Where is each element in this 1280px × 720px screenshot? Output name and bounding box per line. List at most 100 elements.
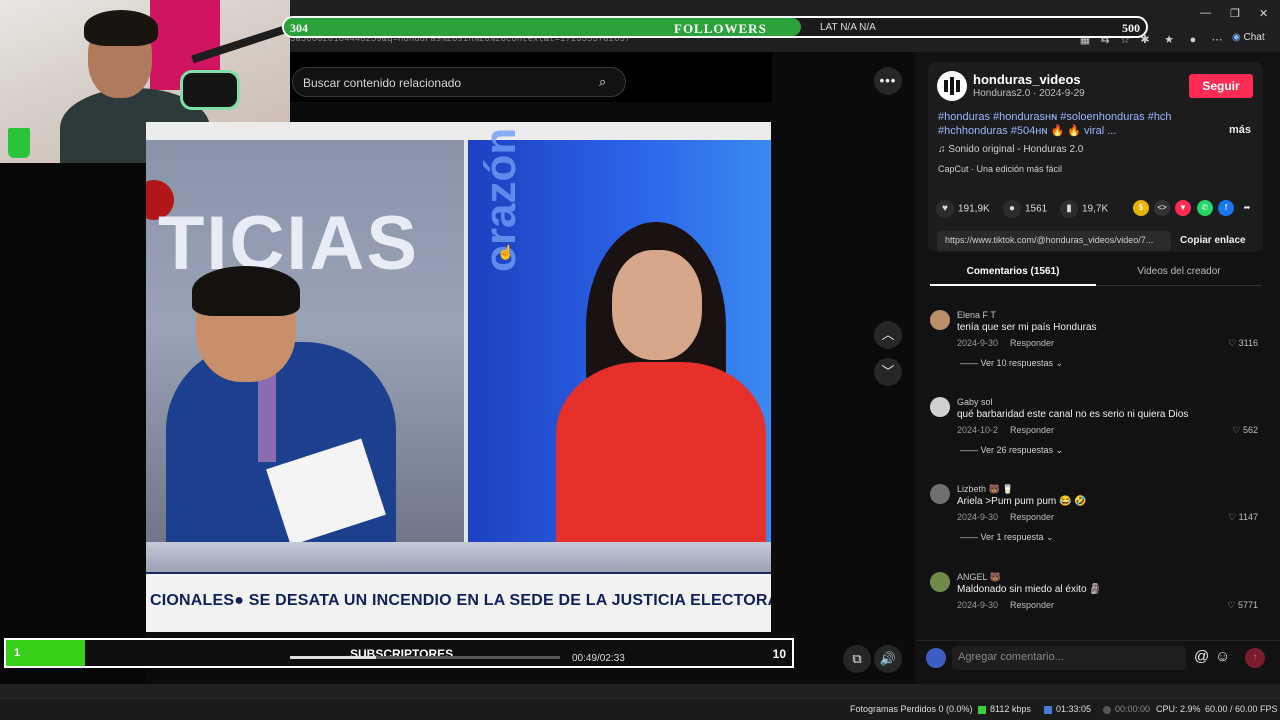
emoji-icon[interactable]: ☺ — [1215, 648, 1230, 665]
anchor-dress — [556, 362, 766, 542]
close-icon[interactable]: ✕ — [1259, 7, 1268, 20]
comment-item: Gaby sol qué barbaridad este canal no es… — [930, 397, 1270, 467]
comment-count: 1561 — [1025, 203, 1048, 215]
reply-button[interactable]: Responder — [1010, 425, 1054, 435]
copilot-chat-button[interactable]: ◉ Chat — [1232, 32, 1265, 43]
left-background — [0, 163, 146, 685]
followers-start-value: 304 — [290, 21, 308, 35]
commenter-avatar[interactable] — [930, 572, 950, 592]
video-link-field[interactable]: https://www.tiktok.com/@honduras_videos/… — [937, 231, 1171, 251]
bitrate-value: 8112 kbps — [990, 704, 1031, 714]
whatsapp-icon[interactable]: ✆ — [1197, 200, 1213, 216]
follow-button[interactable]: Seguir — [1189, 74, 1253, 98]
record-time: 00:00:00 — [1103, 704, 1150, 714]
comment-like-button[interactable]: ♡ 3116 — [1228, 338, 1258, 349]
reply-button[interactable]: Responder — [1010, 512, 1054, 522]
minimize-icon[interactable]: — — [1200, 7, 1211, 19]
more-icon: ••• — [879, 73, 897, 88]
commenter-avatar[interactable] — [930, 484, 950, 504]
commenter-name[interactable]: Elena F T — [957, 310, 996, 320]
next-video-button[interactable]: ﹀ — [874, 358, 902, 386]
comment-item: ANGEL 🐻 Maldonado sin miedo al éxito 🗿 2… — [930, 572, 1270, 622]
comment-date: 2024-9-30 — [957, 338, 999, 348]
comment-text: Maldonado sin miedo al éxito 🗿 — [957, 584, 1102, 595]
favorites-bar-icon[interactable]: ★ — [1162, 33, 1176, 47]
facebook-icon[interactable]: f — [1218, 200, 1234, 216]
ticker-text: CIONALES● SE DESATA UN INCENDIO EN LA SE… — [150, 592, 771, 609]
obs-dock-strip — [0, 684, 1280, 698]
commenter-avatar[interactable] — [930, 310, 950, 330]
pip-icon: ⧉ — [852, 651, 862, 666]
latency-label: LAT N/A N/A — [820, 22, 876, 33]
copy-link-button[interactable]: Copiar enlace — [1180, 235, 1246, 246]
subscribers-goal-bar: 1 SUBSCRIPTORES 10 — [4, 638, 794, 668]
chat-label: Chat — [1243, 32, 1265, 43]
comment-like-button[interactable]: ♡ 562 — [1232, 425, 1258, 436]
capcut-link[interactable]: CapCut · Una edición más fácil — [938, 164, 1062, 174]
comment-date: 2024-9-30 — [957, 600, 999, 610]
commenter-name[interactable]: Gaby sol — [957, 397, 993, 407]
comment-input[interactable]: Agregar comentario... — [952, 646, 1186, 670]
pip-button[interactable]: ⧉ — [843, 645, 871, 673]
video-seek-bar[interactable] — [290, 656, 560, 659]
related-search-input[interactable]: Buscar contenido relacionado ⌕ — [292, 67, 626, 97]
view-replies-button[interactable]: —— Ver 26 respuestas ⌄ — [960, 445, 1063, 456]
search-icon[interactable]: ⌕ — [599, 74, 615, 90]
video-player[interactable]: TICIAS orazón CIONALES● SE DESATA UN INC… — [146, 122, 771, 632]
previous-video-button[interactable]: ︿ — [874, 321, 902, 349]
creator-logo-icon — [944, 77, 960, 95]
bookmark-icon: ▮ — [1060, 200, 1078, 218]
view-replies-button[interactable]: —— Ver 10 respuestas ⌄ — [960, 358, 1063, 369]
news-ticker: CIONALES● SE DESATA UN INCENDIO EN LA SE… — [146, 574, 771, 632]
signal-icon — [978, 705, 986, 714]
settings-more-icon[interactable]: ⋯ — [1210, 33, 1224, 47]
coin-share-icon[interactable]: $ — [1133, 200, 1149, 216]
embed-icon[interactable]: <> — [1154, 200, 1170, 216]
like-button[interactable]: ♥ 191,9K — [936, 200, 990, 218]
show-more-link[interactable]: más — [1229, 124, 1251, 136]
sound-link[interactable]: ♫ Sonido original - Honduras 2.0 — [938, 144, 1083, 155]
anchor-tie — [258, 372, 276, 462]
followers-label: FOLLOWERS — [674, 21, 767, 36]
tab-creator-videos[interactable]: Videos del creador — [1096, 262, 1262, 286]
view-replies-button[interactable]: —— Ver 1 respuesta ⌄ — [960, 532, 1054, 543]
at-icon[interactable]: @ — [1194, 648, 1209, 665]
comment-text: Ariela >Pum pum pum 😂 🤣 — [957, 496, 1087, 507]
comment-like-button[interactable]: ♡ 1147 — [1228, 512, 1258, 523]
more-options-button[interactable]: ••• — [874, 67, 902, 95]
followers-goal-value: 500 — [1122, 21, 1140, 35]
profile-icon[interactable]: ● — [1186, 33, 1200, 47]
post-hashtags[interactable]: #honduras #hondurasʜɴ #soloenhonduras #h… — [938, 110, 1188, 138]
search-placeholder: Buscar contenido relacionado — [303, 76, 462, 90]
streamer-hair — [84, 10, 158, 46]
maximize-icon[interactable]: ❐ — [1230, 7, 1240, 20]
time-readout: 00:49/02:33 — [572, 653, 625, 664]
chevron-up-icon: ︿ — [881, 327, 895, 342]
comment-date: 2024-9-30 — [957, 512, 999, 522]
fps-readout: 60.00 / 60.00 FPS — [1205, 704, 1278, 714]
tab-comments[interactable]: Comentarios (1561) — [930, 262, 1096, 286]
creator-username[interactable]: honduras_videos — [973, 72, 1081, 87]
comment-item: Elena F T tenía que ser mi país Honduras… — [930, 310, 1270, 380]
commenter-name[interactable]: Lizbeth 🐻 🥛 — [957, 484, 1013, 495]
user-avatar — [926, 648, 946, 668]
comment-button[interactable]: ● 1561 — [1003, 200, 1047, 218]
like-count: 191,9K — [958, 203, 990, 215]
send-to-friend-icon[interactable]: ▼ — [1175, 200, 1191, 216]
reply-button[interactable]: Responder — [1010, 338, 1054, 348]
share-icon[interactable]: ➦ — [1239, 200, 1255, 216]
volume-button[interactable]: 🔊 — [874, 645, 902, 673]
save-button[interactable]: ▮ 19,7K — [1060, 200, 1108, 218]
commenter-name[interactable]: ANGEL 🐻 — [957, 572, 1001, 583]
comment-text: tenía que ser mi país Honduras — [957, 322, 1097, 333]
comment-item: Lizbeth 🐻 🥛 Ariela >Pum pum pum 😂 🤣 2024… — [930, 484, 1270, 554]
commenter-avatar[interactable] — [930, 397, 950, 417]
seek-bar-fill — [290, 656, 377, 659]
followers-goal-bar: 304 FOLLOWERS LAT N/A N/A 500 — [282, 16, 1148, 38]
comment-like-button[interactable]: ♡ 5771 — [1227, 600, 1258, 611]
send-icon[interactable]: ↑ — [1245, 648, 1265, 668]
video-letterbox — [146, 122, 771, 140]
reply-button[interactable]: Responder — [1010, 600, 1054, 610]
female-anchor — [546, 222, 766, 542]
comment-date: 2024-10-2 — [957, 425, 999, 435]
